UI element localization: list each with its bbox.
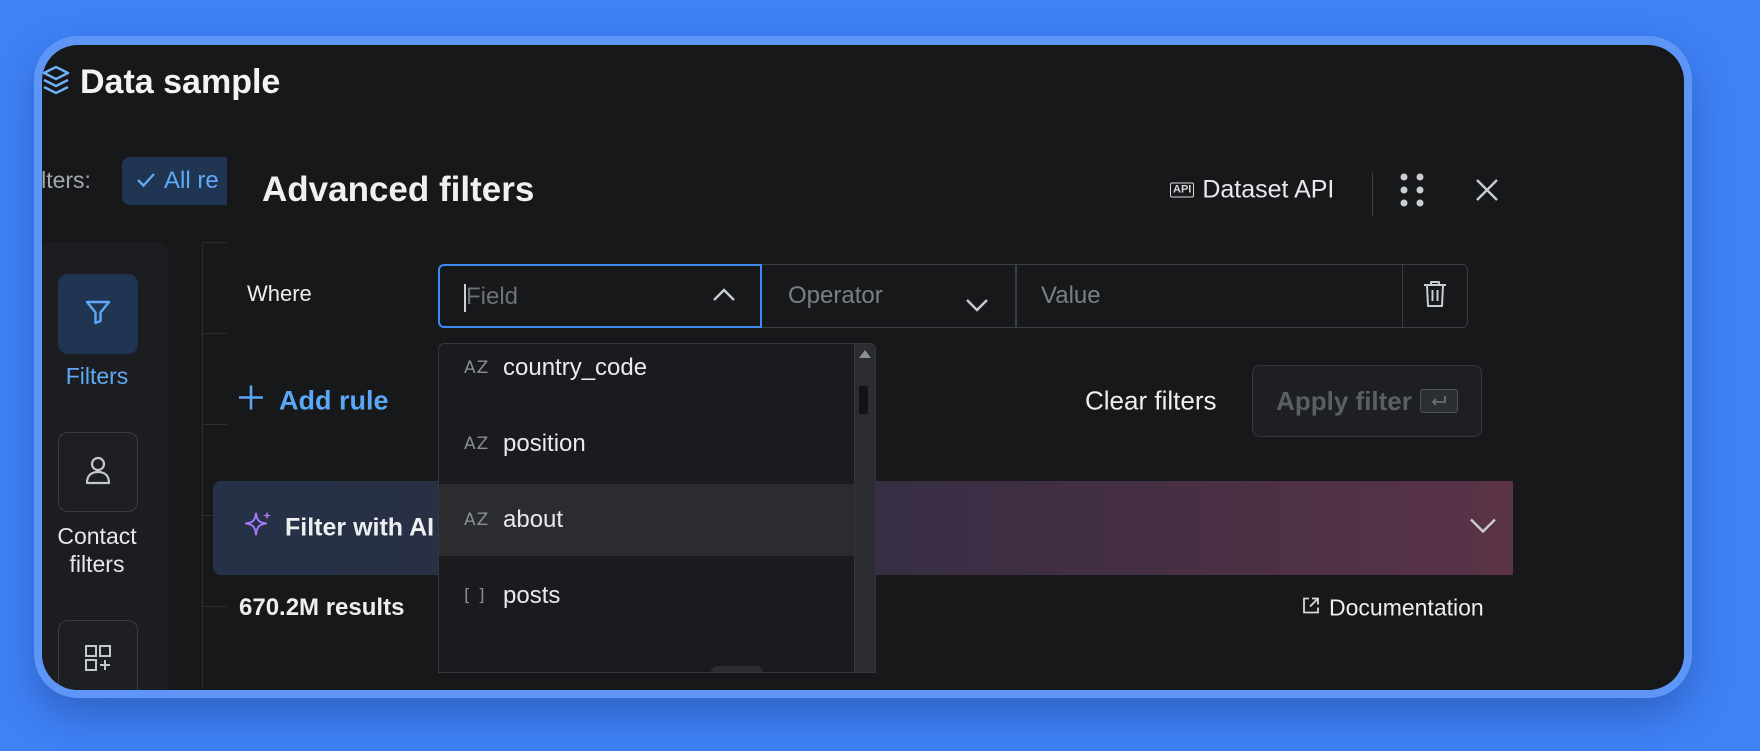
- option-label: position: [503, 430, 586, 457]
- funnel-icon: [83, 297, 113, 332]
- results-count: 670.2M results: [239, 594, 405, 621]
- chevron-up-icon[interactable]: [712, 288, 736, 307]
- scrollbar-thumb[interactable]: [859, 386, 868, 414]
- dropdown-option-posts[interactable]: [ ] posts: [439, 560, 855, 632]
- documentation-label: Documentation: [1329, 594, 1484, 621]
- sparkle-icon: [243, 510, 273, 547]
- person-icon: [83, 454, 113, 491]
- nav-contact-line2: filters: [69, 551, 125, 577]
- delete-rule-button[interactable]: [1403, 264, 1468, 328]
- nav-contact-filters-button[interactable]: [58, 432, 138, 512]
- filter-with-ai-header: Filter with AI: [243, 510, 434, 547]
- modal-title: Advanced filters: [262, 170, 535, 209]
- all-results-chip[interactable]: All re: [122, 157, 242, 205]
- option-label: about: [503, 506, 564, 533]
- text-type-icon: AZ: [464, 434, 490, 454]
- dataset-api-button[interactable]: API Dataset API: [1170, 176, 1334, 205]
- dropdown-scrollbar[interactable]: [854, 344, 875, 672]
- app-header: Data sample: [42, 63, 280, 102]
- field-select[interactable]: [438, 264, 762, 328]
- option-label: posts: [503, 582, 561, 609]
- drag-handle-icon[interactable]: [1399, 172, 1425, 213]
- chevron-down-icon[interactable]: [1469, 518, 1497, 539]
- dataset-api-label: Dataset API: [1202, 175, 1335, 204]
- add-rule-button[interactable]: Add rule: [237, 384, 389, 419]
- value-placeholder: Value: [1041, 282, 1101, 309]
- dropdown-option-country-code[interactable]: AZ country_code: [439, 344, 855, 404]
- array-type-icon: [ ]: [464, 586, 486, 606]
- apply-filter-label: Apply filter: [1276, 385, 1412, 416]
- nav-contact-filters-label: Contact filters: [42, 522, 152, 578]
- documentation-link[interactable]: Documentation: [1301, 595, 1484, 622]
- app-window: Data sample ilters: All re Filters Conta…: [42, 45, 1684, 690]
- chip-label: All re: [164, 167, 219, 194]
- text-type-icon: AZ: [464, 358, 490, 378]
- grid-plus-icon: [83, 643, 113, 678]
- plus-icon: [237, 384, 265, 419]
- value-input[interactable]: Value: [1016, 264, 1403, 328]
- nav-add-widget-button[interactable]: [58, 620, 138, 690]
- field-input[interactable]: [464, 278, 698, 316]
- api-icon: API: [1170, 182, 1195, 198]
- scroll-up-icon[interactable]: [859, 350, 871, 358]
- text-caret: [464, 284, 466, 312]
- field-dropdown: AZ country_code AZ position AZ about [ ]…: [438, 343, 876, 673]
- close-icon[interactable]: [1475, 178, 1499, 207]
- header-divider: [1372, 172, 1373, 216]
- stack-logo-icon: [42, 63, 70, 102]
- scroll-peek: [711, 666, 763, 672]
- check-icon: [136, 167, 156, 195]
- nav-filters-button[interactable]: [58, 274, 138, 354]
- dropdown-option-position[interactable]: AZ position: [439, 408, 855, 480]
- trash-icon: [1422, 279, 1448, 314]
- clear-filters-button[interactable]: Clear filters: [1085, 386, 1216, 417]
- enter-key-icon: [1419, 389, 1458, 413]
- app-title: Data sample: [80, 63, 281, 101]
- apply-filter-button[interactable]: Apply filter: [1252, 365, 1482, 437]
- operator-select[interactable]: Operator: [762, 264, 1016, 328]
- filter-with-ai-label: Filter with AI: [285, 513, 435, 542]
- filters-label: ilters:: [42, 167, 91, 193]
- left-nav: Filters Contact filters: [42, 242, 168, 690]
- add-rule-label: Add rule: [279, 385, 389, 416]
- option-label: country_code: [503, 354, 648, 381]
- operator-placeholder: Operator: [788, 282, 883, 309]
- external-link-icon: [1301, 595, 1321, 622]
- nav-contact-line1: Contact: [57, 523, 137, 549]
- advanced-filters-modal: Advanced filters API Dataset API Where O…: [213, 112, 1684, 690]
- nav-filters-label: Filters: [65, 363, 129, 389]
- where-label: Where: [247, 281, 312, 306]
- text-type-icon: AZ: [464, 510, 490, 530]
- chevron-down-icon: [965, 291, 989, 319]
- dropdown-option-about[interactable]: AZ about: [439, 484, 855, 556]
